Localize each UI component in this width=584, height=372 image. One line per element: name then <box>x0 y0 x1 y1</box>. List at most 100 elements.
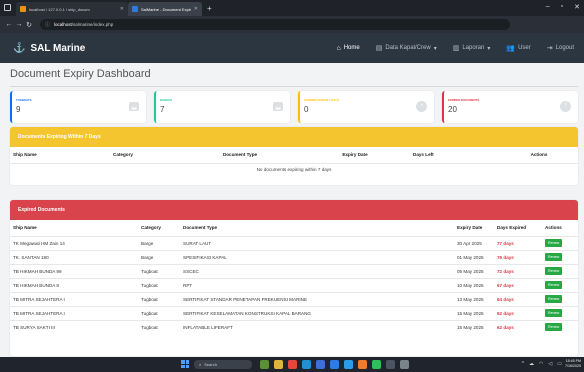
cell-ship-name: TB SURYA SAKTI III <box>10 319 138 334</box>
minimize-icon[interactable]: – <box>546 3 550 11</box>
cell-expiry-date: 15 May 2025 <box>454 319 494 334</box>
col-days-expired: Days Expired <box>497 225 527 231</box>
cell-expiry-date: 13 May 2025 <box>454 291 494 306</box>
main-menu: ⌂ Home ▤ Data Kapal/Crew ▾ ▥ Laporan ▾ 👥… <box>336 33 574 63</box>
col-ship-name: Ship Name <box>13 152 37 158</box>
url-field[interactable]: ⓘ localhost/salmarine/index.php <box>40 19 510 30</box>
new-tab-icon[interactable]: + <box>207 4 212 13</box>
col-document-type: Document Type <box>183 225 218 231</box>
browser-tab-salmarine[interactable]: SalMarine - Document Expiry Ke ✕ <box>128 2 202 16</box>
anchor-icon: ⚓ <box>13 42 26 54</box>
alert-icon: ! <box>560 101 571 112</box>
chevron-down-icon: ▾ <box>487 45 491 52</box>
stat-value: 9 <box>16 105 21 114</box>
wifi-icon[interactable]: ◠ <box>539 361 543 367</box>
cell-category: Barge <box>138 235 180 250</box>
renew-button[interactable]: Renew <box>545 253 563 261</box>
cell-days-expired: 64 days <box>494 291 542 306</box>
col-expiry-date: Expiry Date <box>342 152 368 158</box>
reload-icon[interactable]: ↻ <box>24 21 34 29</box>
stat-label: Tugboats <box>16 98 32 102</box>
cell-actions: Renew <box>542 249 578 264</box>
chevron-down-icon: ▾ <box>433 45 437 52</box>
cell-document-type: SSCEC <box>180 263 454 278</box>
battery-icon[interactable]: ▭ <box>557 361 562 367</box>
tray-overflow-icon[interactable]: ^ <box>522 361 524 367</box>
nav-laporan[interactable]: ▥ Laporan ▾ <box>453 44 491 52</box>
nav-label: User <box>518 45 531 51</box>
chart-icon: ▥ <box>452 45 460 52</box>
cell-document-type: SERTIFIKAT KESELAMATAN KONSTRUKSI KAPAL … <box>180 305 454 320</box>
renew-button[interactable]: Renew <box>545 309 563 317</box>
clock-date: 7/16/2025 <box>565 364 581 368</box>
table-row: TK Megawati HM Zain 14 Barge SURAT LAUT 30 … <box>10 235 578 250</box>
browser-tab-bar: localhost / 127.0.0.1 / ship_docum ✕ Sal… <box>0 0 584 16</box>
edge-app-icon[interactable] <box>302 360 311 369</box>
clock-icon: ◔ <box>416 101 427 112</box>
col-ship-name: Ship Name <box>13 225 37 231</box>
taskbar-apps <box>260 360 409 369</box>
forward-icon[interactable]: → <box>14 21 24 28</box>
cell-days-expired: 62 days <box>494 305 542 320</box>
nav-logout[interactable]: ⇥ Logout <box>547 44 574 52</box>
taskbar-clock[interactable]: 18:45 PM 7/16/2025 <box>565 359 581 369</box>
nav-user[interactable]: 👥 User <box>506 44 530 52</box>
whatsapp-app-icon[interactable] <box>372 360 381 369</box>
renew-button[interactable]: Renew <box>545 239 563 247</box>
windows-start-icon[interactable] <box>181 360 189 368</box>
window-menu-icon[interactable] <box>4 4 11 11</box>
widgets-app-icon[interactable] <box>260 360 269 369</box>
network-icon[interactable]: ☁ <box>529 361 534 367</box>
browser-address-bar: ← → ↻ ⓘ localhost/salmarine/index.php ☆ … <box>0 16 584 43</box>
cell-actions: Renew <box>542 305 578 320</box>
cell-category: Tugboat <box>138 263 180 278</box>
table-header-row: Ship Name Category Document Type Expiry … <box>10 147 578 163</box>
chrome-app-icon[interactable] <box>288 360 297 369</box>
cell-ship-name: TB HIKMAH BUNDA 8 <box>10 277 138 292</box>
close-icon[interactable]: ✕ <box>120 6 124 12</box>
url-path: /salmarine/index.php <box>71 22 114 27</box>
taskbar-search-label: Search <box>204 362 217 367</box>
nav-label: Logout <box>555 45 574 51</box>
close-icon[interactable]: ✕ <box>194 6 198 12</box>
file-explorer-app-icon[interactable] <box>274 360 283 369</box>
table-row: TB HIKMAH BUNDA 8 Tugboat RPT 10 May 2025 67… <box>10 277 578 292</box>
taskbar-search[interactable]: ⌕ Search <box>194 360 252 369</box>
cell-actions: Renew <box>542 319 578 334</box>
empty-row: No documents expiring within 7 days <box>10 162 578 175</box>
settings-app-icon[interactable] <box>400 360 409 369</box>
col-category: Category <box>141 225 161 231</box>
terminal-app-icon[interactable] <box>386 360 395 369</box>
page-content: Document Expiry Dashboard Tugboats 9 ▂ B… <box>0 63 584 357</box>
expired-table-body: TK Megawati HM Zain 14 Barge SURAT LAUT 30 … <box>10 235 578 334</box>
browser-tab-phpmyadmin[interactable]: localhost / 127.0.0.1 / ship_docum ✕ <box>16 2 128 16</box>
store-app-icon[interactable] <box>316 360 325 369</box>
cell-category: Tugboat <box>138 305 180 320</box>
close-window-icon[interactable]: ✕ <box>574 3 580 11</box>
renew-button[interactable]: Renew <box>545 295 563 303</box>
cell-ship-name: TK. SANTAN 180 <box>10 249 138 264</box>
renew-button[interactable]: Renew <box>545 267 563 275</box>
back-icon[interactable]: ← <box>4 21 14 28</box>
expiring-documents-card: Documents Expiring Within 7 Days Ship Na… <box>10 127 578 185</box>
mail-app-icon[interactable] <box>330 360 339 369</box>
users-icon: 👥 <box>506 45 516 52</box>
renew-button[interactable]: Renew <box>545 281 563 289</box>
table-row: TB MITRA SEJAHTERA I Tugboat SERTIFIKAT ST… <box>10 291 578 306</box>
site-info-icon[interactable]: ⓘ <box>45 21 50 28</box>
stat-label: Expiring Within 7 Days <box>304 98 339 102</box>
nav-data-kapal-crew[interactable]: ▤ Data Kapal/Crew ▾ <box>376 44 437 52</box>
vscode-app-icon[interactable] <box>344 360 353 369</box>
volume-icon[interactable]: ◁ <box>548 361 552 367</box>
cell-expiry-date: 01 May 2025 <box>454 249 494 264</box>
xampp-app-icon[interactable] <box>358 360 367 369</box>
brand[interactable]: ⚓ SAL Marine <box>13 43 85 54</box>
cell-category: Barge <box>138 249 180 264</box>
home-icon: ⌂ <box>336 44 341 52</box>
table-header-row: Ship Name Category Document Type Expiry … <box>10 220 578 236</box>
maximize-icon[interactable]: ▫ <box>561 3 563 11</box>
cell-actions: Renew <box>542 235 578 250</box>
stat-label: Barges <box>160 98 172 102</box>
nav-home[interactable]: ⌂ Home <box>336 45 359 52</box>
renew-button[interactable]: Renew <box>545 323 563 332</box>
